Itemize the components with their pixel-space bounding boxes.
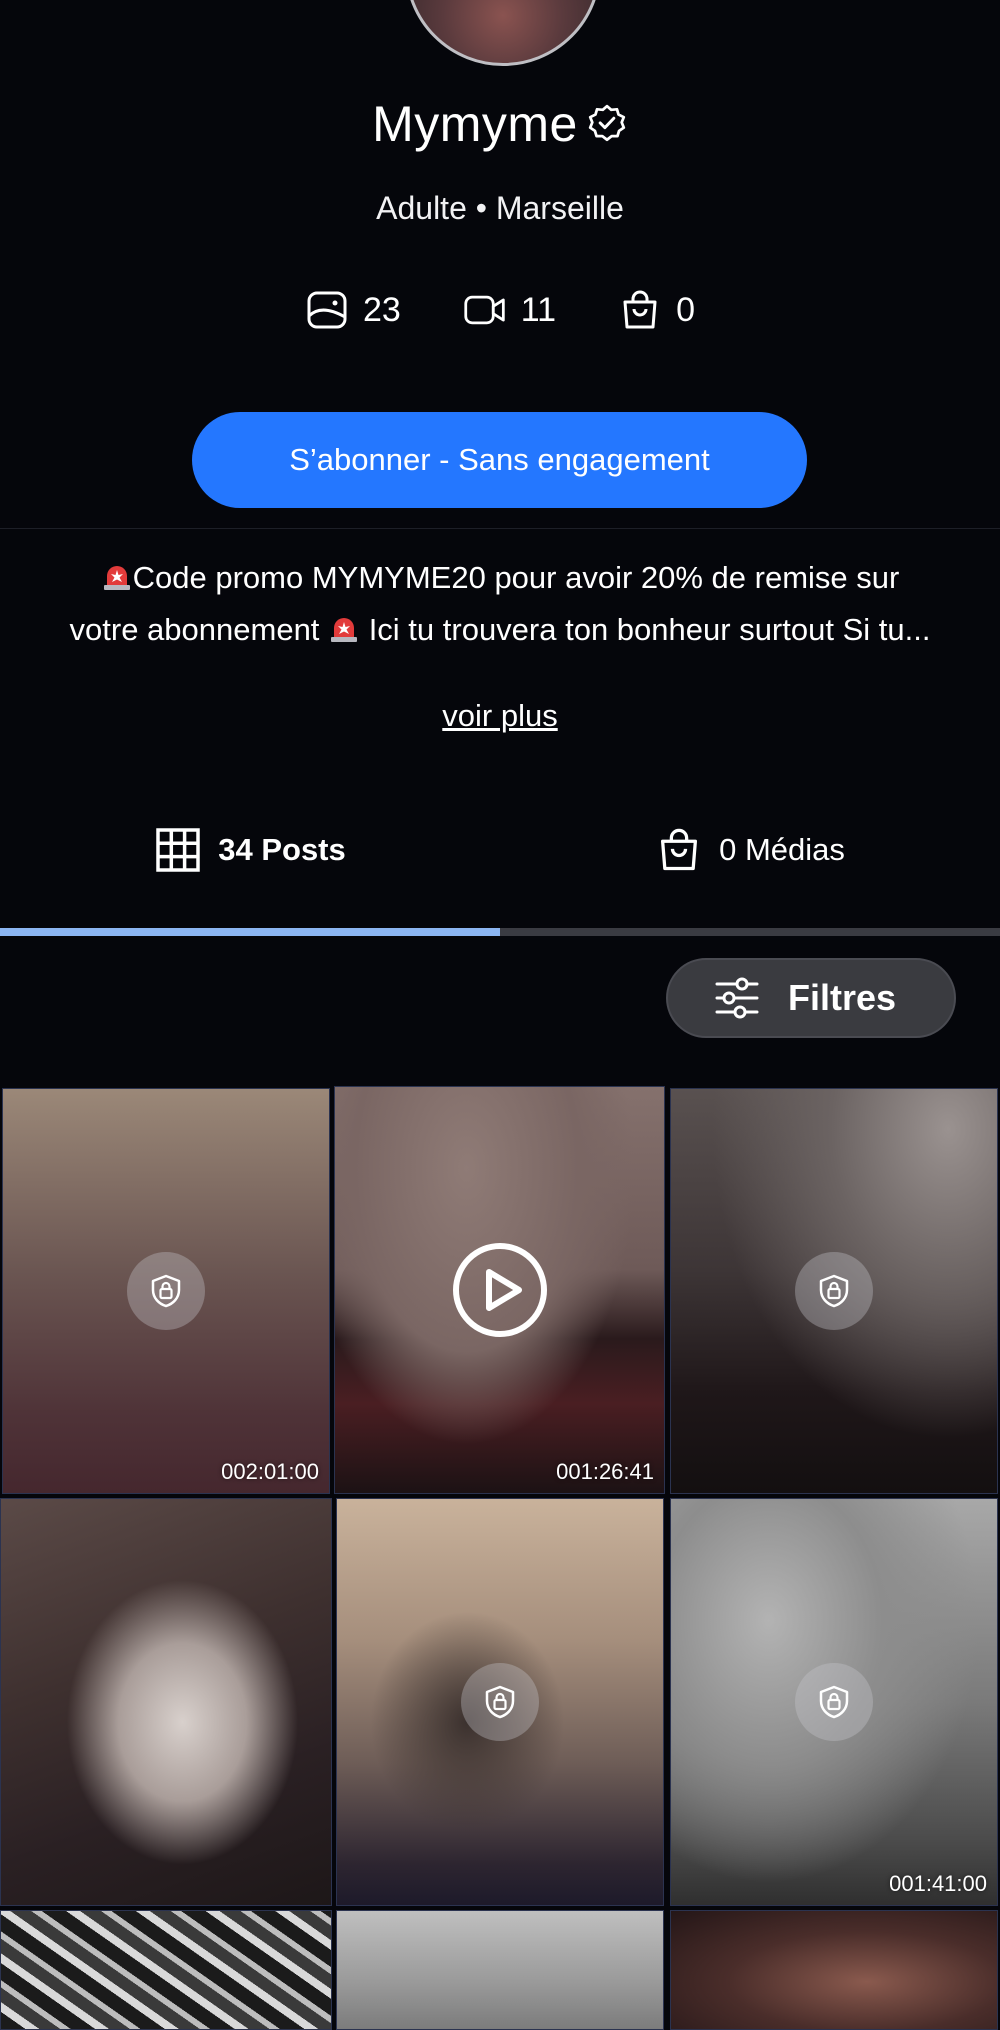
tab-posts[interactable]: 34 Posts bbox=[0, 820, 500, 880]
subscribe-button[interactable]: S’abonner - Sans engagement bbox=[192, 412, 807, 508]
tab-posts-label: 34 Posts bbox=[218, 832, 346, 867]
media-tile[interactable]: 002:01:00 bbox=[2, 1088, 330, 1494]
grid-icon bbox=[156, 828, 200, 872]
stat-photos: 23 bbox=[305, 288, 401, 332]
avatar[interactable] bbox=[405, 0, 601, 66]
stat-videos: 11 bbox=[463, 288, 556, 332]
tab-active-indicator bbox=[0, 928, 500, 936]
media-tile[interactable] bbox=[336, 1910, 664, 2030]
bio-text-2a: votre abonnement bbox=[69, 612, 320, 647]
divider bbox=[0, 528, 1000, 529]
video-duration: 001:26:41 bbox=[556, 1459, 654, 1484]
media-tile[interactable] bbox=[336, 1498, 664, 1906]
stat-photos-count: 23 bbox=[362, 290, 401, 329]
media-tile[interactable] bbox=[670, 1088, 998, 1494]
media-tile[interactable]: 001:41:00 bbox=[670, 1498, 998, 1906]
stat-shop: 0 bbox=[618, 288, 695, 332]
username-row: Mymyme bbox=[0, 95, 1000, 153]
shopping-bag-icon bbox=[623, 290, 657, 329]
bio-line-2: votre abonnement Ici tu trouvera ton bon… bbox=[50, 604, 950, 656]
media-tile[interactable] bbox=[670, 1910, 998, 2030]
lock-badge bbox=[795, 1663, 873, 1741]
siren-icon bbox=[331, 618, 358, 642]
profile-stats: 23 11 0 bbox=[0, 288, 1000, 332]
bio-text-1: Code promo MYMYME20 pour avoir 20% de re… bbox=[132, 560, 900, 595]
locked-shield-icon bbox=[819, 1274, 849, 1308]
siren-icon bbox=[103, 566, 130, 590]
verified-badge-icon bbox=[588, 104, 626, 142]
media-grid: 002:01:00 001:26:41 001:41:00 bbox=[0, 1086, 1000, 2030]
lock-badge bbox=[127, 1252, 205, 1330]
media-tile[interactable]: 001:26:41 bbox=[334, 1086, 665, 1494]
bio-line-1: Code promo MYMYME20 pour avoir 20% de re… bbox=[50, 552, 950, 604]
media-tile[interactable] bbox=[0, 1910, 332, 2030]
bio: Code promo MYMYME20 pour avoir 20% de re… bbox=[50, 552, 950, 656]
lock-badge bbox=[461, 1663, 539, 1741]
bio-text-2b: Ici tu trouvera ton bonheur surtout Si t… bbox=[368, 612, 931, 647]
play-icon[interactable] bbox=[451, 1241, 549, 1339]
sliders-icon bbox=[715, 977, 759, 1019]
profile-subtitle: Adulte • Marseille bbox=[376, 190, 624, 226]
video-camera-icon bbox=[464, 295, 505, 325]
tab-media-label: 0 Médias bbox=[719, 832, 845, 867]
shopping-bag-icon bbox=[661, 828, 698, 871]
video-duration: 001:41:00 bbox=[889, 1871, 987, 1896]
lock-badge bbox=[795, 1252, 873, 1330]
filters-label: Filtres bbox=[788, 977, 897, 1018]
content-tabs: 34 Posts 0 Médias bbox=[0, 820, 1000, 880]
tab-media[interactable]: 0 Médias bbox=[500, 820, 1000, 880]
locked-shield-icon bbox=[151, 1274, 181, 1308]
locked-shield-icon bbox=[485, 1685, 515, 1719]
username: Mymyme bbox=[372, 96, 578, 152]
photo-icon bbox=[307, 291, 347, 329]
filters-button[interactable]: Filtres bbox=[666, 958, 956, 1038]
stat-videos-count: 11 bbox=[520, 290, 557, 329]
locked-shield-icon bbox=[819, 1685, 849, 1719]
media-tile[interactable] bbox=[0, 1498, 332, 1906]
video-duration: 002:01:00 bbox=[221, 1459, 319, 1484]
see-more-link[interactable]: voir plus bbox=[0, 698, 1000, 734]
stat-shop-count: 0 bbox=[676, 290, 696, 329]
